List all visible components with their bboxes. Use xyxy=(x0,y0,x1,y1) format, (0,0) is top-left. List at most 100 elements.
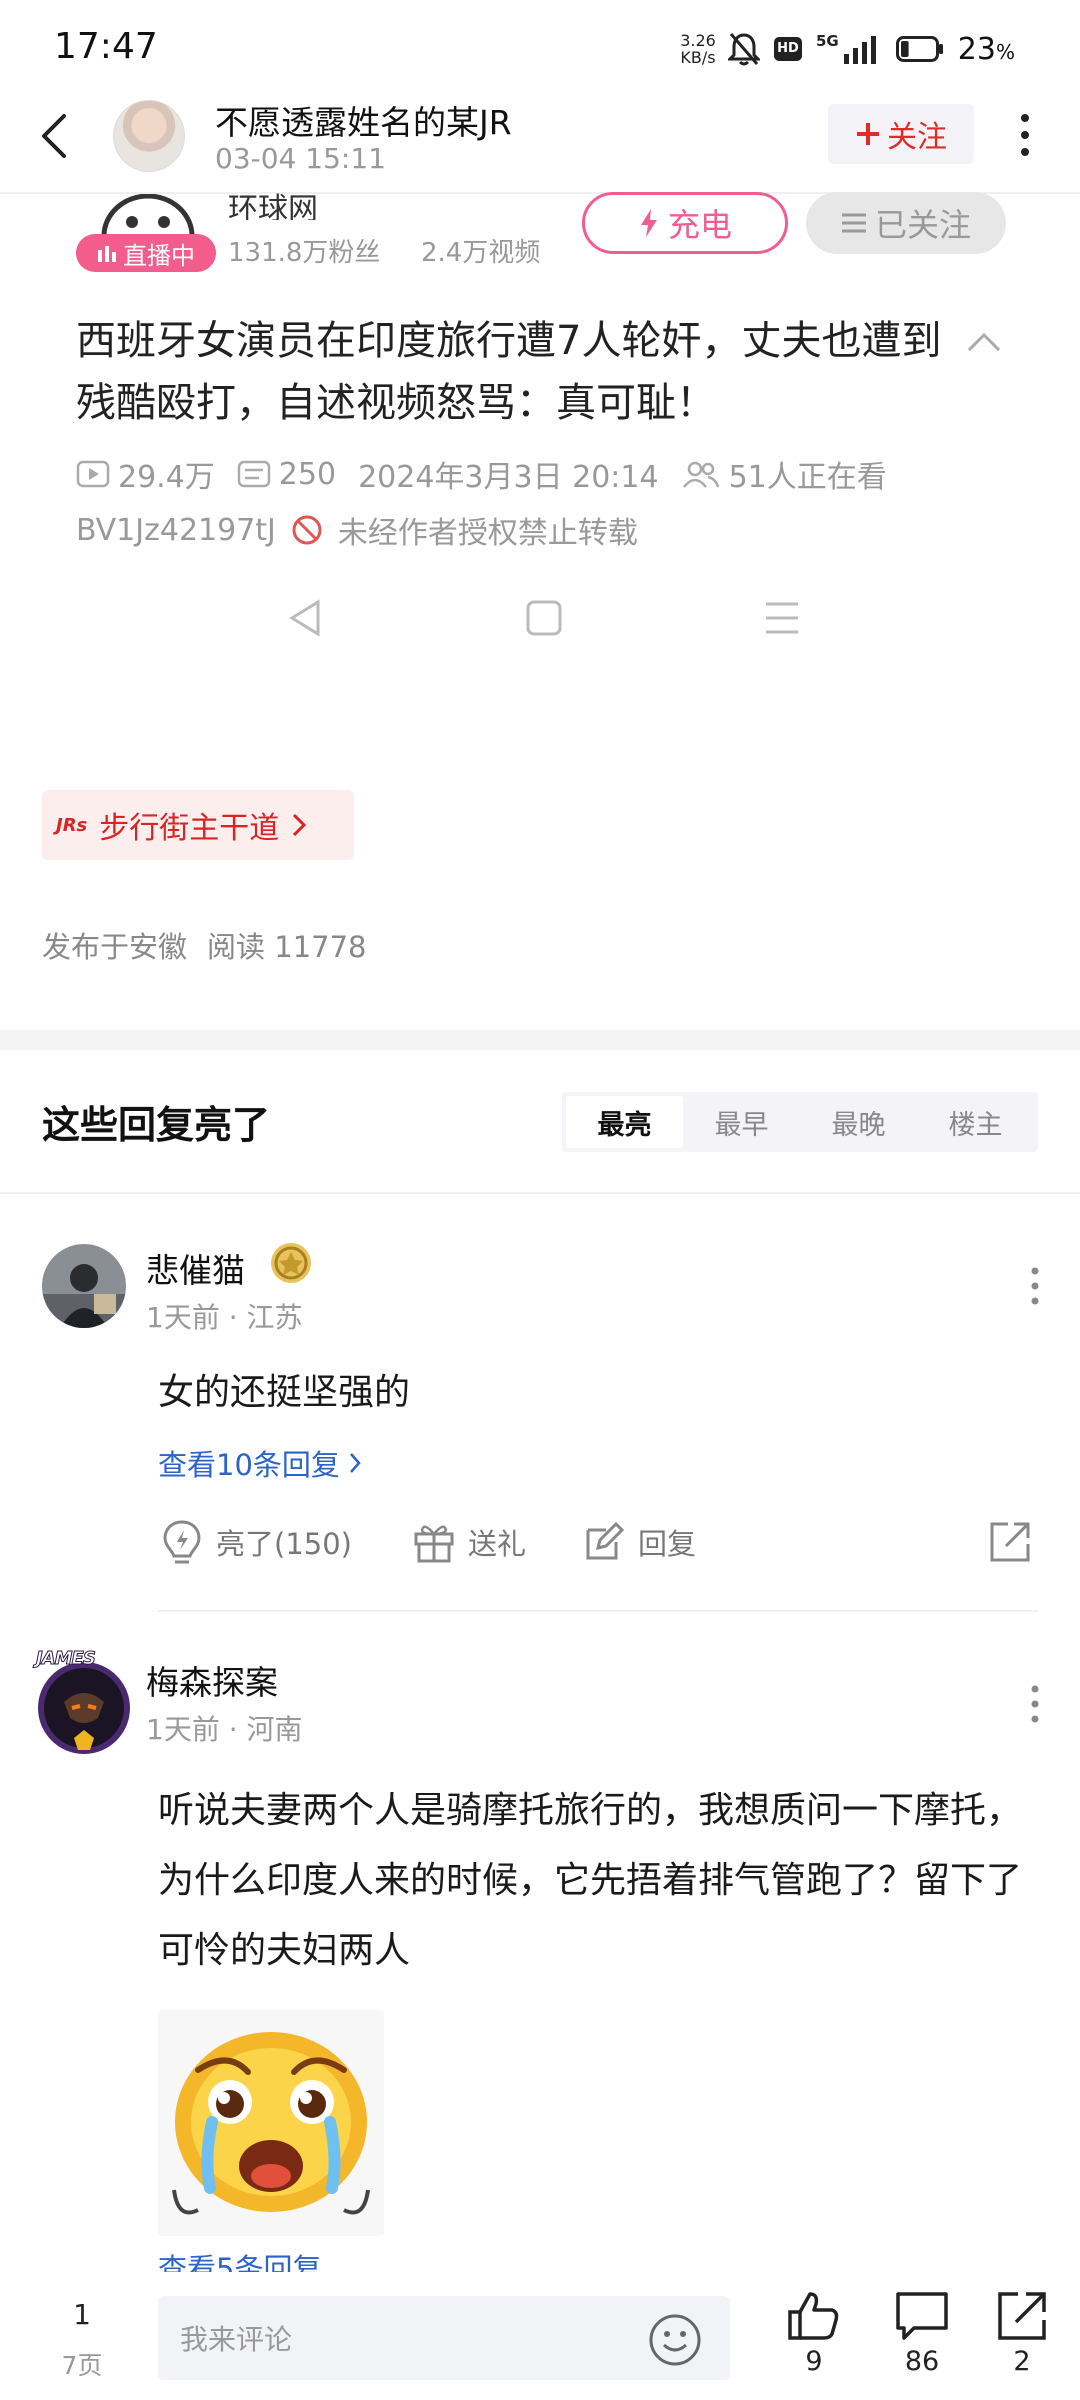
live-bars-icon xyxy=(98,246,116,262)
back-button[interactable] xyxy=(34,110,74,162)
chevron-right-icon xyxy=(293,813,307,837)
uploader-stats: 131.8万粉丝 2.4万视频 xyxy=(228,232,540,269)
edit-reply-icon xyxy=(586,1521,625,1560)
danmaku-icon xyxy=(237,460,271,488)
watching-users-icon xyxy=(682,461,719,488)
share-comment-button[interactable] xyxy=(988,1520,1032,1564)
video-meta-secondary: BV1Jz42197tJ 未经作者授权禁止转载 xyxy=(76,508,638,552)
followed-label: 已关注 xyxy=(874,206,971,244)
light-label: 亮了(150) xyxy=(216,1527,352,1561)
tab-latest[interactable]: 最晚 xyxy=(800,1096,917,1148)
section-divider xyxy=(0,1030,1080,1050)
chevron-right-icon xyxy=(349,1453,361,1473)
user-level-badge-icon xyxy=(268,1240,314,1286)
more-vertical-icon xyxy=(1031,1685,1039,1723)
network-speed: 3.26 KB/s xyxy=(672,32,724,66)
more-vertical-icon xyxy=(1031,1267,1039,1305)
view-replies-link[interactable]: 查看5条回复 xyxy=(158,2246,321,2272)
gift-button[interactable]: 送礼 xyxy=(412,1520,582,1564)
avatar-caption: JAMES xyxy=(36,1648,97,1670)
collapse-icon xyxy=(966,330,1002,354)
light-button[interactable]: 亮了(150) xyxy=(160,1518,412,1566)
crying-face-icon xyxy=(172,2032,370,2215)
thumbs-up-icon xyxy=(788,2292,839,2340)
tab-hottest[interactable]: 最亮 xyxy=(566,1096,683,1148)
share-icon xyxy=(990,1522,1030,1562)
reply-button[interactable]: 回复 xyxy=(582,1520,782,1564)
post-read: 阅读 11778 xyxy=(207,924,367,966)
video-views: 29.4万 xyxy=(118,460,215,495)
tab-op-only[interactable]: 楼主 xyxy=(917,1096,1034,1148)
battery-percent-value: 23 xyxy=(957,31,996,67)
reply-label: 回复 xyxy=(638,1527,697,1561)
post-date: 03-04 15:11 xyxy=(215,142,386,175)
comment-author[interactable]: 梅森探案 xyxy=(146,1656,278,1704)
hd-voice-icon: HD xyxy=(774,37,802,61)
lightning-icon xyxy=(640,209,657,237)
video-title: 西班牙女演员在印度旅行遭7人轮奸，丈夫也遭到残酷殴打，自述视频怒骂：真可耻！ xyxy=(76,318,942,426)
live-badge: 直播中 xyxy=(76,234,216,272)
topic-logo: JRs xyxy=(56,814,88,836)
comment-input[interactable]: 我来评论 xyxy=(158,2296,730,2380)
comment-author[interactable]: 悲催猫 xyxy=(146,1244,245,1292)
crying-emoji-sticker[interactable] xyxy=(158,2010,384,2236)
emoji-button[interactable] xyxy=(648,2313,702,2367)
comment-actions: 亮了(150) 送礼 回复 xyxy=(160,1518,1040,1566)
page-total[interactable]: 7页 xyxy=(54,2346,110,2382)
gift-label: 送礼 xyxy=(468,1527,527,1561)
network-type: 5G xyxy=(816,32,839,50)
post-read-label: 阅读 xyxy=(207,930,266,964)
topic-tag[interactable]: JRs 步行街主干道 xyxy=(42,790,354,860)
uploader-videos: 2.4万视频 xyxy=(420,238,541,268)
view-replies-label: 查看10条回复 xyxy=(158,1448,340,1482)
view-replies-label: 查看5条回复 xyxy=(158,2252,322,2272)
plus-icon xyxy=(857,123,879,145)
nav-home-icon xyxy=(526,600,562,636)
topic-label: 步行街主干道 xyxy=(99,811,280,846)
post-location: 发布于安徽 xyxy=(42,930,188,964)
like-count: 9 xyxy=(805,2346,823,2377)
comment-avatar[interactable] xyxy=(42,1244,126,1328)
follow-button[interactable]: 关注 xyxy=(828,104,974,164)
video-watching: 51人正在看 xyxy=(728,460,887,495)
uploader-name: 环球网 xyxy=(228,192,318,220)
uploader-avatar xyxy=(92,194,204,234)
like-button[interactable]: 9 xyxy=(774,2290,854,2377)
video-bvid: BV1Jz42197tJ xyxy=(76,512,276,548)
comment-more-button[interactable] xyxy=(1030,1684,1040,1724)
page-current[interactable]: 1 xyxy=(54,2298,110,2331)
comment-meta: 1天前 · 江苏 xyxy=(146,1301,303,1334)
more-vertical-icon xyxy=(1021,114,1029,156)
view-replies-link[interactable]: 查看10条回复 xyxy=(158,1442,362,1484)
comment-avatar[interactable]: JAMES xyxy=(34,1648,134,1754)
author-avatar[interactable] xyxy=(113,100,185,172)
comment-bubble-icon xyxy=(896,2292,948,2340)
video-danmaku: 250 xyxy=(278,456,337,492)
network-speed-unit: KB/s xyxy=(680,48,716,67)
comment-more-button[interactable] xyxy=(1030,1266,1040,1306)
charge-button: 充电 xyxy=(582,192,788,254)
smiley-icon xyxy=(649,2314,701,2366)
tab-earliest[interactable]: 最早 xyxy=(683,1096,800,1148)
comments-button[interactable]: 86 xyxy=(882,2290,962,2377)
no-repost-icon xyxy=(292,515,322,545)
share-count: 2 xyxy=(1013,2346,1031,2377)
comment-text: 听说夫妻两个人是骑摩托旅行的，我想质问一下摩托，为什么印度人来的时候，它先捂着排… xyxy=(158,1790,1023,1971)
battery-percent: 23% xyxy=(958,32,1015,67)
battery-icon xyxy=(895,36,944,62)
share-icon xyxy=(998,2292,1046,2340)
follow-label: 关注 xyxy=(887,120,947,155)
share-button[interactable]: 2 xyxy=(982,2290,1062,2377)
status-icons: HD 5G 23% xyxy=(728,28,1015,70)
comment-location: 河南 xyxy=(246,1713,303,1746)
video-meta: 29.4万 250 2024年3月3日 20:14 51人正在看 xyxy=(76,452,887,496)
sort-tabs: 最亮 最早 最晚 楼主 xyxy=(562,1092,1038,1152)
more-options-button[interactable] xyxy=(1015,110,1035,160)
status-bar: 17:47 3.26 KB/s HD 5G 23% xyxy=(0,0,1080,95)
comment-location: 江苏 xyxy=(246,1301,303,1334)
author-name[interactable]: 不愿透露姓名的某JR xyxy=(215,96,512,144)
live-badge-label: 直播中 xyxy=(123,241,195,270)
comment-time: 1天前 xyxy=(146,1301,220,1334)
status-time: 17:47 xyxy=(54,26,158,67)
comment-divider xyxy=(158,1610,1038,1612)
